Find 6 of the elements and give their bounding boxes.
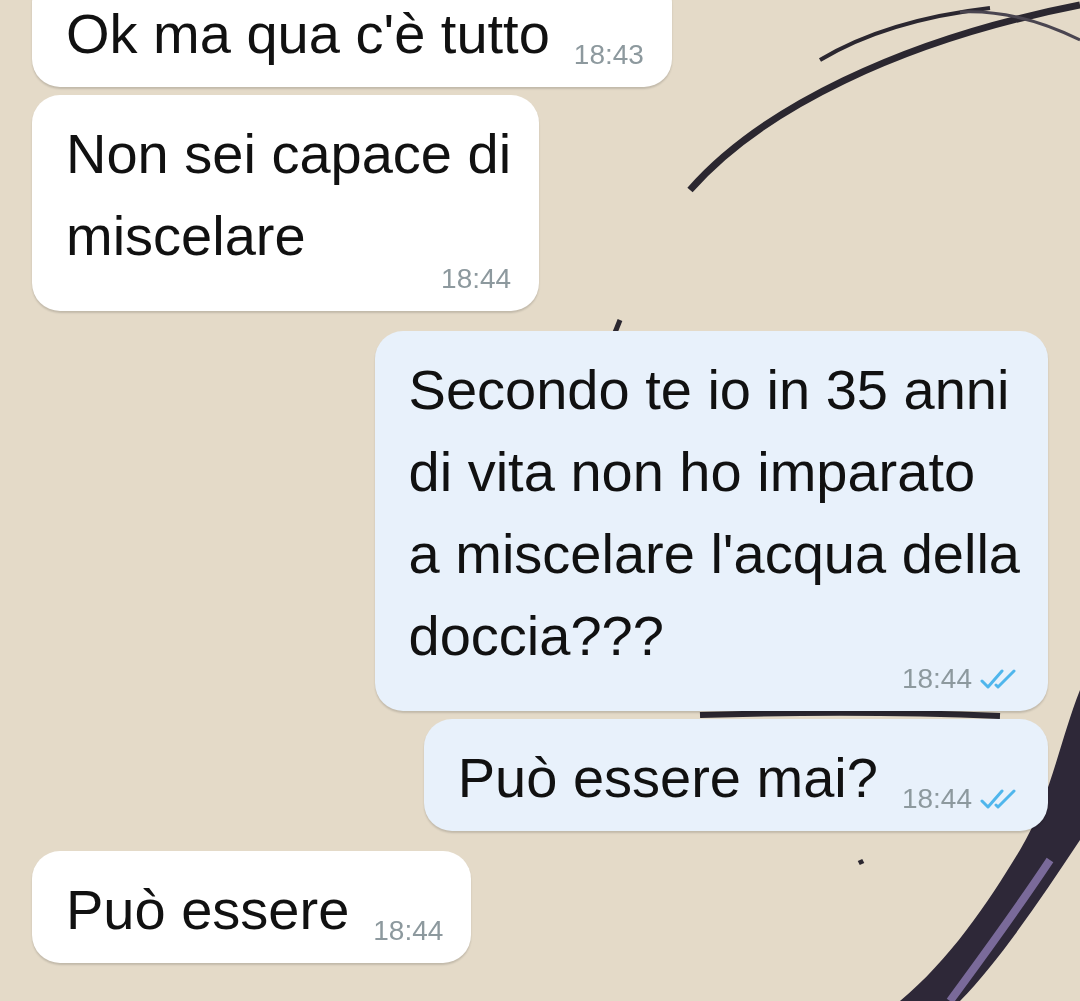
- message-time: 18:43: [573, 39, 644, 71]
- message-text: Può essere: [66, 877, 350, 943]
- message-time: 18:44: [901, 783, 972, 815]
- message-text: Può essere mai?: [457, 745, 878, 811]
- message-time: 18:44: [373, 915, 444, 947]
- message-text: Ok ma qua c'è tutto: [66, 1, 550, 67]
